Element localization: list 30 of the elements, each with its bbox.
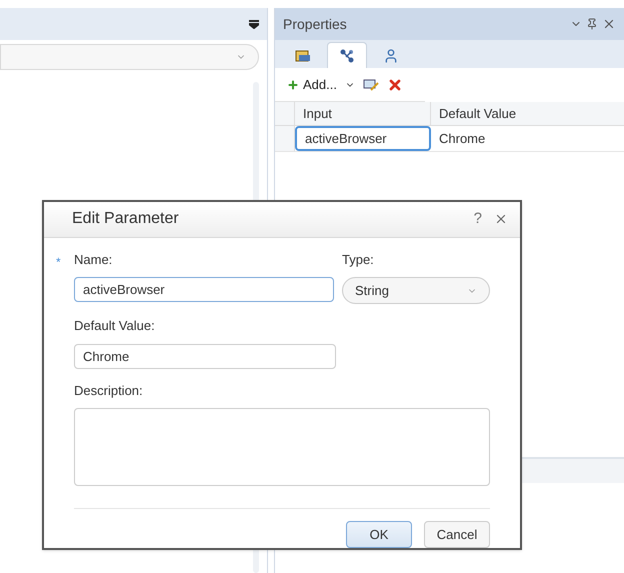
pin-icon[interactable] [586, 18, 598, 30]
field-label: Default Value: [74, 317, 156, 335]
table-cell-text: Chrome [438, 130, 486, 148]
close-icon[interactable] [602, 17, 616, 31]
delete-icon[interactable] [386, 76, 403, 92]
panel-tab[interactable] [327, 42, 367, 68]
field-label: Description: [74, 382, 144, 400]
field-label: Type: [342, 250, 375, 269]
required-marker: * [56, 254, 61, 270]
type-dropdown[interactable]: String [342, 277, 490, 304]
column-header[interactable]: Input [295, 102, 431, 125]
dropdown-field[interactable] [0, 44, 259, 70]
help-button[interactable]: ? [474, 208, 482, 230]
cancel-button[interactable]: Cancel [424, 521, 490, 548]
dialog-title: Edit Parameter [72, 209, 179, 230]
column-header[interactable]: Default Value [431, 102, 624, 125]
user-icon [383, 48, 399, 64]
nodes-icon [339, 48, 355, 64]
menu-icon[interactable] [249, 19, 259, 29]
name-field[interactable]: activeBrowser [74, 277, 334, 302]
ok-button[interactable]: OK [346, 521, 412, 548]
default-value-field[interactable]: Chrome [74, 344, 336, 368]
panel-title: Properties [283, 14, 347, 34]
description-field[interactable] [74, 408, 490, 486]
add-button[interactable]: Add... [287, 74, 337, 94]
field-label: Name: [74, 250, 112, 268]
form-icon [295, 49, 311, 63]
plus-icon [287, 78, 299, 90]
table-cell[interactable]: activeBrowser [295, 126, 431, 151]
edit-icon[interactable] [362, 78, 379, 92]
